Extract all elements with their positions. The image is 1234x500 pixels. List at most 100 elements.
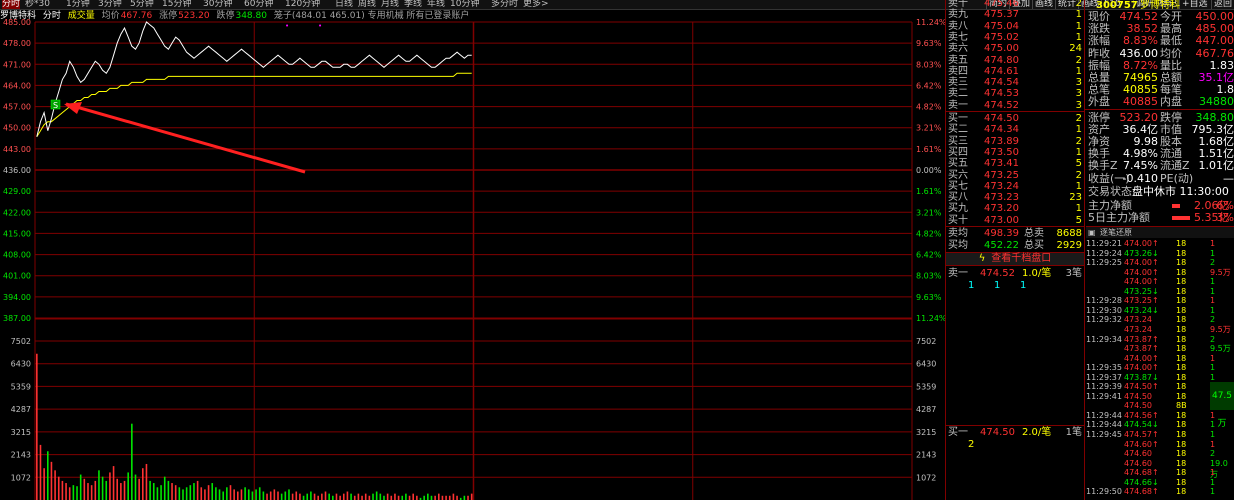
level-volume: 1 (1075, 146, 1082, 158)
quote-value: 35.1亿 (1198, 71, 1234, 84)
bid-avg-row: 买均 452.22 总买 2929 (948, 240, 1084, 252)
ask-level[interactable]: 卖五 474.80 2 (948, 55, 1084, 67)
book-divider-2 (946, 226, 1084, 227)
pct-tick-label: 6.42% (916, 251, 942, 260)
quote-value: 38.52 (1126, 22, 1159, 36)
ask-level[interactable]: 卖四 474.61 1 (948, 66, 1084, 78)
ask-level[interactable]: 卖七 475.02 1 (948, 32, 1084, 44)
level-name: 买六 (948, 169, 968, 181)
ask-total-label: 总卖 (1024, 228, 1044, 239)
volume-tick-label-right: 3215 (916, 428, 936, 437)
quote-row: 涨跌 38.52 最高 485.00 (1086, 23, 1234, 35)
tick-time: 11:29:50 (1086, 487, 1122, 497)
quote-divider (1085, 109, 1234, 110)
level-price: 475.37 (984, 9, 1019, 21)
ask-total-value: 8688 (1056, 228, 1082, 239)
price-tick-label: 387.00 (3, 314, 31, 323)
level-price: 474.52 (984, 99, 1019, 111)
exchange-badge-icon: ★ (1088, 1, 1094, 8)
quote-value: 1.8 (1216, 83, 1234, 97)
volume-tick-label-right: 7502 (916, 337, 936, 346)
quote-key: 换手Z (1088, 159, 1118, 173)
qianlang-ask1-order: 1 (994, 280, 1001, 291)
quote-key: 振幅 (1088, 58, 1110, 72)
qianlang-button[interactable]: ϟ 查看千档盘口 (946, 252, 1084, 266)
bid-avg-label: 买均 (948, 240, 968, 251)
ask-level[interactable]: 卖一 474.52 3 (948, 100, 1084, 112)
quote-value: 74965 (1123, 71, 1158, 84)
qianlang-bid1-label: 买一 (948, 427, 968, 438)
event-marker: • (285, 22, 289, 30)
ticks-menu-icon[interactable]: ▣ (1088, 227, 1096, 238)
bid-level[interactable]: 买一 474.50 2 (948, 113, 1084, 125)
quote-key: 涨幅 (1088, 34, 1110, 48)
quote-value: 1.01亿 (1198, 159, 1234, 173)
quote-value: 40855 (1123, 83, 1158, 97)
flow-bar (1172, 216, 1190, 220)
bid-level[interactable]: 买八 473.23 23 (948, 192, 1084, 204)
level-volume: 2 (1075, 135, 1082, 147)
level-price: 473.41 (984, 158, 1019, 170)
volume-tick-label: 4287 (11, 405, 31, 414)
ask-level[interactable]: 卖九 475.37 1 (948, 9, 1084, 21)
quote-value: 8.72% (1123, 58, 1158, 72)
bid-level[interactable]: 买四 473.50 1 (948, 147, 1084, 159)
ask-level[interactable]: 卖二 474.53 3 (948, 88, 1084, 100)
volume-tick-label-right: 6430 (916, 360, 936, 369)
quote-value: 7.45% (1123, 159, 1158, 173)
quote-key: 流通Z (1160, 159, 1190, 173)
bid-level[interactable]: 买十 473.00 5 (948, 215, 1084, 227)
quote-key: 量比 (1160, 58, 1182, 72)
bid-level[interactable]: 买九 473.20 1 (948, 203, 1084, 215)
pct-tick-label: 9.63% (916, 293, 942, 302)
trade-status-label: 交易状态: (1088, 185, 1136, 198)
volume-tick-label: 7502 (11, 337, 31, 346)
bid-level[interactable]: 买七 473.24 1 (948, 181, 1084, 193)
ask-level[interactable]: 卖三 474.54 3 (948, 77, 1084, 89)
qianlang-bid1-count: 1笔 (1065, 427, 1082, 438)
qianlang-ask1-count: 3笔 (1065, 268, 1082, 279)
quote-row: 收益(一) -0.410 PE(动) — (1086, 171, 1234, 185)
bid-level[interactable]: 买三 473.89 2 (948, 136, 1084, 148)
pct-tick-label: 3.21% (916, 124, 942, 133)
price-tick-label: 408.00 (3, 251, 31, 260)
pct-tick-label: 4.82% (916, 229, 942, 238)
qianlang-bid1: 买一 474.50 2.0/笔 1笔 (948, 427, 1084, 439)
pct-tick-label: 3.21% (916, 208, 942, 217)
ask-avg-label: 卖均 (948, 228, 968, 239)
bid-level[interactable]: 买二 474.34 1 (948, 124, 1084, 136)
pct-tick-label: 8.03% (916, 60, 942, 69)
quote-key: 最低 (1160, 34, 1182, 48)
level-price: 475.04 (984, 20, 1019, 32)
annotation-arrow-head (64, 102, 82, 114)
level-name: 买三 (948, 135, 968, 147)
pct-tick-label: 8.03% (916, 272, 942, 281)
pct-tick-label: 1.61% (916, 187, 942, 196)
ask-level[interactable]: 卖八 475.04 1 (948, 21, 1084, 33)
qianlang-bid1-order: 2 (968, 439, 975, 450)
bid-level[interactable]: 买六 473.25 2 (948, 170, 1084, 182)
level-name: 买五 (948, 158, 968, 170)
level-volume: 1 (1075, 65, 1082, 77)
quote-key: PE(动) (1160, 171, 1194, 185)
qianlang-ask1-order: 1 (1020, 280, 1027, 291)
intraday-chart[interactable]: 485.00 11.24% 478.00 9.63% 471.00 8.03% 464.00… (0, 0, 946, 500)
quote-key: 涨跌 (1088, 22, 1110, 36)
pct-tick-label: 1.61% (916, 145, 942, 154)
volume-tick-label: 2143 (11, 451, 31, 460)
ask-level[interactable]: 卖六 475.00 24 (948, 43, 1084, 55)
bid-level[interactable]: 买五 473.41 5 (948, 158, 1084, 170)
price-tick-label: 429.00 (3, 187, 31, 196)
ask-avg-row: 卖均 498.39 总卖 8688 (948, 228, 1084, 240)
level-price: 475.00 (984, 43, 1019, 55)
main-flow-row: 5日主力净额 5.35亿 3% (1086, 212, 1234, 224)
level-price: 475.02 (984, 31, 1019, 43)
flow-bar (1172, 204, 1180, 208)
quote-value: 36.4亿 (1122, 122, 1159, 136)
level-volume: 1 (1075, 124, 1082, 136)
level-name: 买二 (948, 124, 968, 136)
qianlang-ask1-price: 474.52 (980, 268, 1015, 279)
level-name: 卖八 (948, 20, 968, 32)
level-name: 卖一 (948, 99, 968, 111)
pct-tick-label: 11.24% (916, 18, 946, 27)
